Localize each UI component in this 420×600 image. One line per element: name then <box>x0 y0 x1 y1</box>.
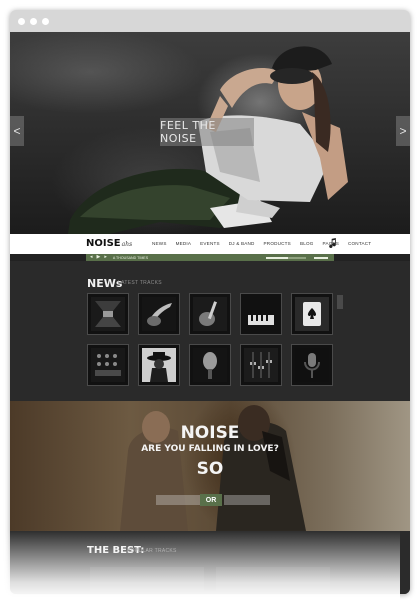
main-navigation: NOISEahs NEWS MEDIA EVENTS DJ & BAND PRO… <box>10 234 410 254</box>
news-thumb-10[interactable] <box>291 344 333 386</box>
news-subheading: LATEST TRACKS <box>118 280 162 286</box>
nav-item-products[interactable]: PRODUCTS <box>264 241 291 246</box>
corridor-image <box>91 297 125 331</box>
browser-frame: < > FEEL THE NOISE NOISEahs NEWS MEDIA E… <box>10 10 410 594</box>
promo-input-right[interactable] <box>224 495 270 505</box>
grid-scroll-handle[interactable] <box>337 295 343 309</box>
guitar-image <box>193 297 227 331</box>
promo-tagline: SO <box>196 459 224 479</box>
news-thumb-8[interactable] <box>189 344 231 386</box>
window-dot-2[interactable] <box>30 17 37 25</box>
news-thumb-2[interactable] <box>138 293 180 335</box>
nav-item-news[interactable]: NEWS <box>152 241 167 246</box>
track-progress-bar[interactable] <box>266 256 306 259</box>
promo-or-button[interactable]: OR <box>200 494 222 506</box>
window-dot-1[interactable] <box>18 17 25 25</box>
website: < > FEEL THE NOISE NOISEahs NEWS MEDIA E… <box>10 32 410 594</box>
nav-item-dj-band[interactable]: DJ & BAND <box>229 241 255 246</box>
news-thumb-5[interactable] <box>291 293 333 335</box>
chevron-left-icon: < <box>13 124 21 138</box>
faders-image <box>244 348 278 382</box>
news-thumb-9[interactable] <box>240 344 282 386</box>
promo-subtitle: ARE YOU FALLING IN LOVE? <box>141 444 279 454</box>
playing-card-image <box>295 297 329 331</box>
mixer-image <box>91 348 125 382</box>
play-icon[interactable]: ▶ <box>97 254 101 261</box>
chevron-right-icon: > <box>399 124 407 138</box>
news-thumb-4[interactable] <box>240 293 282 335</box>
promo-input-left[interactable] <box>156 495 200 505</box>
music-note-icon[interactable] <box>328 238 337 248</box>
slider-next-button[interactable]: > <box>396 116 410 146</box>
microphone-image <box>193 348 227 382</box>
news-thumb-1[interactable] <box>87 293 129 335</box>
news-section: NEWs LATEST TRACKS <box>10 261 410 401</box>
track-title: A THOUSAND TIMES <box>112 255 149 260</box>
nav-item-events[interactable]: EVENTS <box>200 241 220 246</box>
slider-prev-button[interactable]: < <box>10 116 24 146</box>
best-item-card[interactable] <box>90 567 204 591</box>
next-track-icon[interactable]: ▸ <box>104 254 107 261</box>
promo-banner: NOISE ARE YOU FALLING IN LOVE? SO OR <box>10 401 410 531</box>
prev-track-icon[interactable]: ◂ <box>90 254 93 261</box>
nav-item-blog[interactable]: BLOG <box>300 241 314 246</box>
logo-suffix: ahs <box>121 241 133 248</box>
browser-toolbar <box>10 10 410 32</box>
news-thumb-7[interactable] <box>138 344 180 386</box>
nav-item-media[interactable]: MEDIA <box>176 241 192 246</box>
window-dot-3[interactable] <box>42 17 49 25</box>
piano-image <box>244 297 278 331</box>
hat-figure-image <box>142 348 176 382</box>
best-subheading: POPULAR TRACKS <box>127 548 177 554</box>
logo-text: NOISE <box>86 238 121 249</box>
studio-mic-image <box>295 348 329 382</box>
news-thumb-6[interactable] <box>87 344 129 386</box>
track-progress-fill <box>266 256 288 259</box>
hero-slider: < > FEEL THE NOISE <box>10 32 410 234</box>
violin-image <box>142 297 176 331</box>
best-item-card[interactable] <box>216 567 330 591</box>
hero-tagline: FEEL THE NOISE <box>160 118 254 146</box>
volume-slider[interactable] <box>314 256 328 259</box>
site-logo[interactable]: NOISEahs <box>86 238 132 249</box>
news-thumb-3[interactable] <box>189 293 231 335</box>
nav-item-contact[interactable]: CONTACT <box>348 241 371 246</box>
promo-title: NOISE <box>180 423 240 443</box>
best-section: THE BEST: POPULAR TRACKS <box>10 531 410 594</box>
nav-menu: NEWS MEDIA EVENTS DJ & BAND PRODUCTS BLO… <box>152 241 371 246</box>
audio-player: ◂ ▶ ▸ A THOUSAND TIMES <box>86 254 334 261</box>
